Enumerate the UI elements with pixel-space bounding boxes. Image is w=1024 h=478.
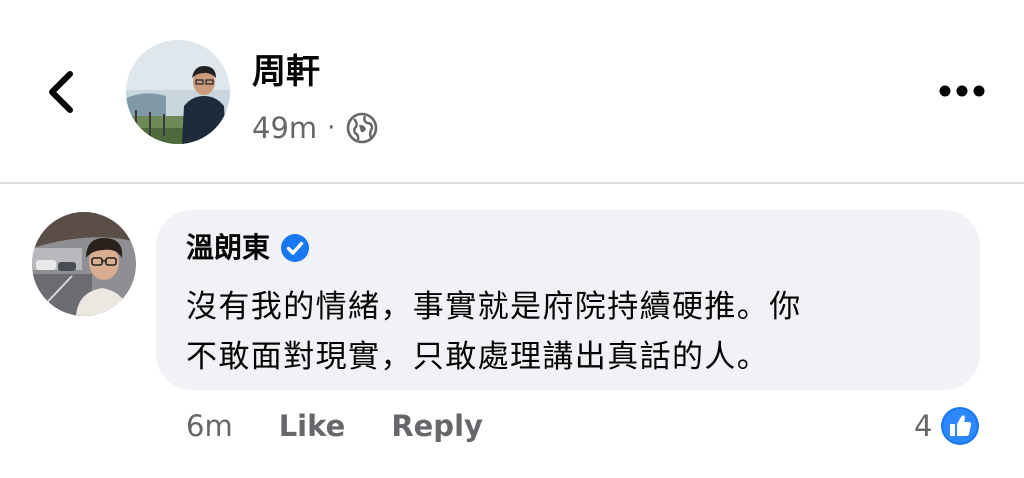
like-button[interactable]: Like xyxy=(279,409,346,443)
reaction-count: 4 xyxy=(914,409,933,443)
header-divider xyxy=(0,182,1024,184)
meta-separator: · xyxy=(327,113,336,143)
comment-text-line: 沒有我的情緒，事實就是府院持續硬推。你 xyxy=(186,289,802,325)
post-timestamp[interactable]: 49m xyxy=(252,111,317,145)
more-horizontal-icon xyxy=(939,85,985,97)
comment-text: 沒有我的情緒，事實就是府院持續硬推。你 不敢面對現實，只敢處理講出真話的人。 xyxy=(186,282,976,382)
reply-button[interactable]: Reply xyxy=(391,409,483,443)
back-button[interactable] xyxy=(40,66,84,118)
globe-icon xyxy=(347,112,378,144)
comment-author-name[interactable]: 溫朗東 xyxy=(186,230,270,266)
reaction-summary[interactable]: 4 xyxy=(914,404,980,448)
chevron-left-icon xyxy=(49,71,73,113)
comment-author-avatar[interactable] xyxy=(32,212,136,316)
post-author-name[interactable]: 周軒 xyxy=(252,52,320,92)
post-author-avatar[interactable] xyxy=(126,40,230,144)
post-header: 周軒 49m · xyxy=(0,0,1024,182)
comment-author: 溫朗東 xyxy=(186,230,310,266)
more-options-button[interactable] xyxy=(936,76,988,106)
like-reaction-icon xyxy=(941,407,980,445)
comment-bubble: 溫朗東 沒有我的情緒，事實就是府院持續硬推。你 不敢面對現實，只敢處理講出真話的… xyxy=(156,210,980,390)
comment-timestamp[interactable]: 6m xyxy=(186,409,233,443)
comment-actions: 6m Like Reply xyxy=(186,404,483,448)
post-meta: 49m · xyxy=(252,108,379,148)
comment-text-line: 不敢面對現實，只敢處理講出真話的人。 xyxy=(186,339,770,375)
verified-badge-icon xyxy=(281,234,310,262)
